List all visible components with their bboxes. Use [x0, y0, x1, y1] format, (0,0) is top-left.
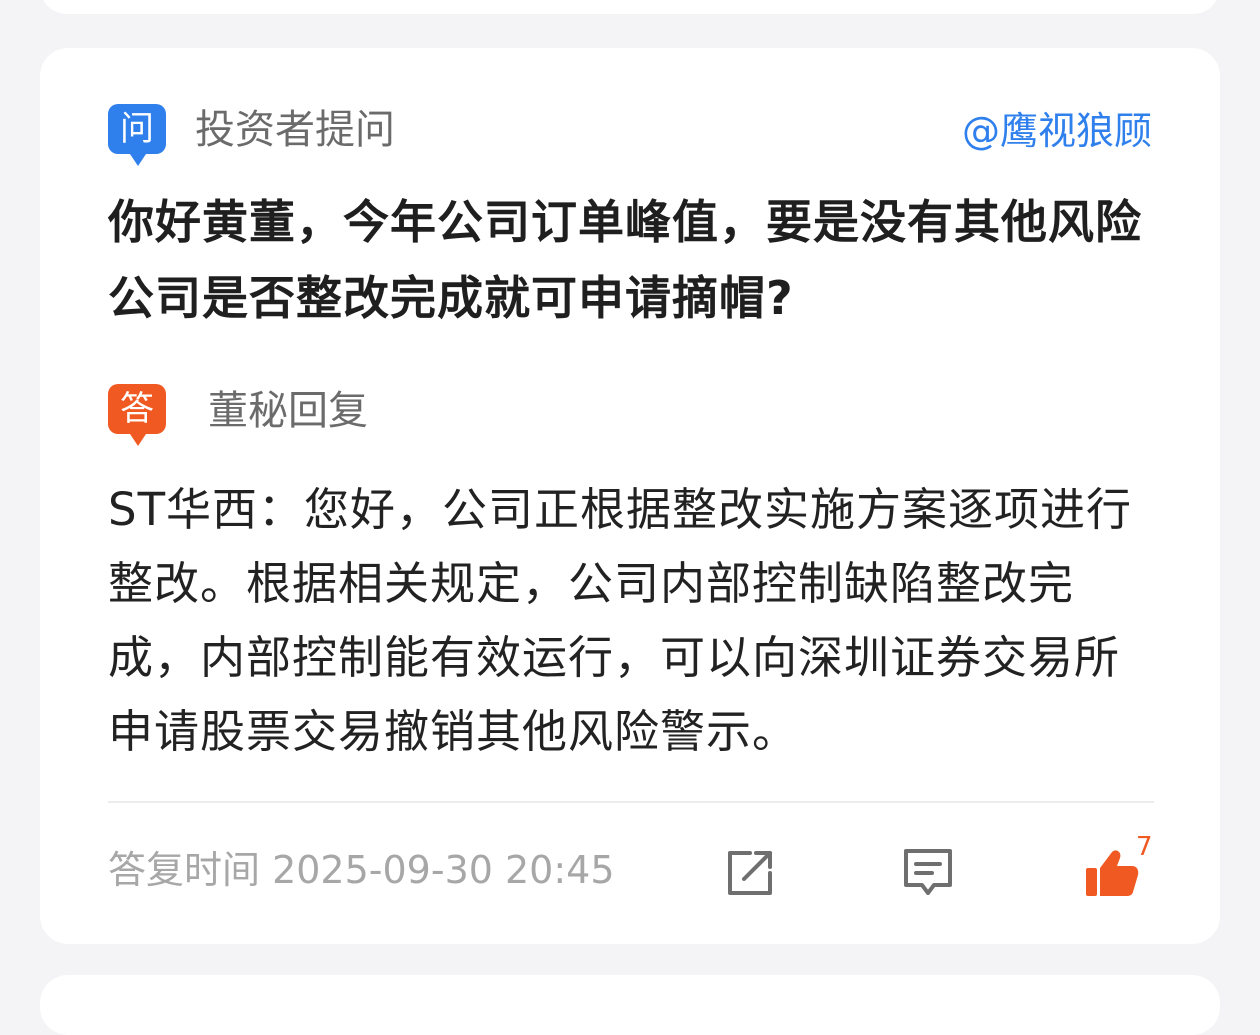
next-card: [40, 975, 1220, 1035]
reply-time: 答复时间 2025-09-30 20:45: [108, 848, 615, 892]
share-icon: [728, 851, 772, 895]
answer-text: ST华西：您好，公司正根据整改实施方案逐项进行整改。根据相关规定，公司内部控制缺…: [108, 483, 1133, 758]
previous-card: [40, 0, 1220, 14]
question-badge: 问: [108, 104, 166, 166]
divider: [108, 801, 1154, 803]
question-label: 投资者提问: [195, 107, 395, 153]
comment-button[interactable]: [898, 843, 958, 903]
answer-label: 董秘回复: [208, 388, 368, 434]
qa-card: 问 投资者提问 @鹰视狼顾 你好黄董，今年公司订单峰值，要是没有其他风险公司是否…: [40, 48, 1220, 944]
thumbs-up-icon: [1086, 850, 1139, 896]
asker-link[interactable]: @鹰视狼顾: [962, 106, 1152, 156]
question-text: 你好黄董，今年公司订单峰值，要是没有其他风险公司是否整改完成就可申请摘帽?: [108, 195, 1142, 325]
comment-icon: [904, 849, 952, 895]
share-button[interactable]: [720, 843, 780, 903]
answer-badge: 答: [108, 384, 166, 446]
like-count: 7: [1136, 832, 1153, 862]
